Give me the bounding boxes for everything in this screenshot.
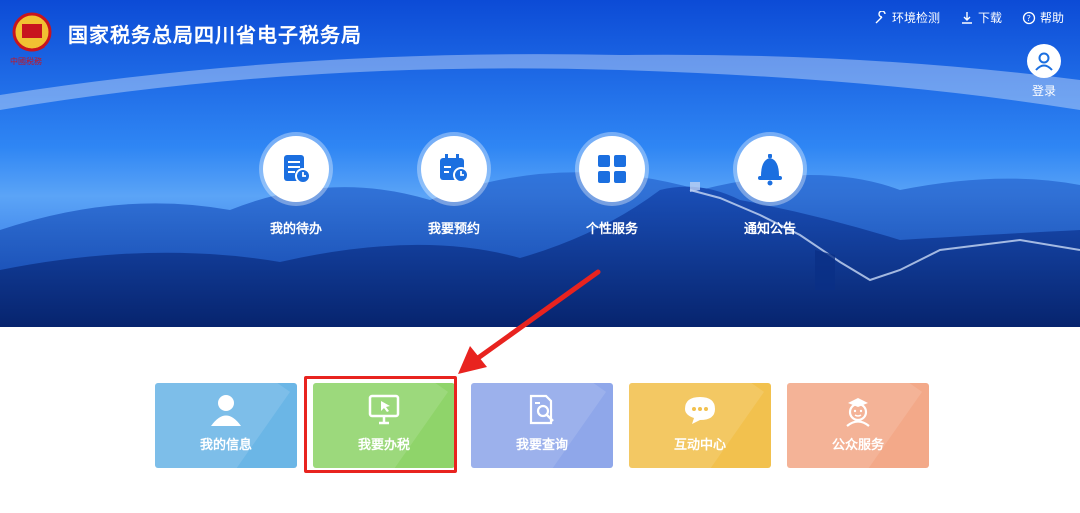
hero-banner: 中國税務 国家税务总局四川省电子税务局 环境检测 下载 ? 帮助 登录 我的待办… <box>0 0 1080 327</box>
wrench-icon <box>875 10 886 23</box>
todo-icon <box>284 155 311 184</box>
page: 中國税務 国家税务总局四川省电子税务局 环境检测 下载 ? 帮助 登录 我的待办… <box>0 0 1080 513</box>
chat-icon <box>685 397 715 424</box>
card-tax-handling[interactable]: 我要办税 <box>313 383 455 468</box>
card-query[interactable]: 我要查询 <box>471 383 613 468</box>
person-service-icon <box>846 398 870 427</box>
card-interaction[interactable]: 互动中心 <box>629 383 771 468</box>
card-public-service-label: 公众服务 <box>831 438 884 453</box>
card-my-info[interactable]: 我的信息 <box>155 383 297 468</box>
download-label: 下载 <box>977 11 1002 25</box>
site-title: 国家税务总局四川省电子税务局 <box>68 23 362 47</box>
quick-nav-appointment[interactable]: 我要预约 <box>404 132 504 237</box>
help-label: 帮助 <box>1039 11 1064 25</box>
quick-nav-notice-label: 通知公告 <box>743 222 796 237</box>
bell-icon <box>758 154 782 186</box>
logo-text: 中國税務 <box>10 56 42 66</box>
avatar <box>1027 44 1061 78</box>
download-link[interactable]: 下载 <box>960 9 1002 26</box>
monitor-icon <box>368 394 400 425</box>
card-interaction-label: 互动中心 <box>673 438 726 453</box>
grid-icon <box>598 155 626 183</box>
help-link[interactable]: ? 帮助 <box>1022 9 1064 26</box>
login-label: 登录 <box>1031 84 1056 98</box>
search-doc-icon <box>529 394 554 425</box>
quick-nav-notice[interactable]: 通知公告 <box>720 132 820 237</box>
card-my-info-label: 我的信息 <box>199 438 252 453</box>
card-tax-handling-label: 我要办税 <box>357 438 410 453</box>
user-icon <box>211 395 241 426</box>
svg-text:?: ? <box>1027 14 1031 23</box>
quick-nav-personal-service[interactable]: 个性服务 <box>562 132 662 237</box>
environment-check-link[interactable]: 环境检测 <box>874 9 940 26</box>
card-public-service[interactable]: 公众服务 <box>787 383 929 468</box>
quick-nav-appointment-label: 我要预约 <box>427 222 480 237</box>
download-icon <box>961 11 972 24</box>
card-query-label: 我要查询 <box>515 438 568 453</box>
calendar-icon <box>440 154 469 183</box>
quick-nav-todo-label: 我的待办 <box>269 222 322 237</box>
top-links: 环境检测 下载 ? 帮助 <box>874 9 1064 26</box>
help-icon: ? <box>1022 11 1036 24</box>
tax-bureau-logo: 中國税務 <box>8 10 60 66</box>
environment-check-label: 环境检测 <box>891 11 940 25</box>
quick-nav-personal-service-label: 个性服务 <box>585 222 638 237</box>
mountain-background <box>0 0 1080 327</box>
login-button[interactable]: 登录 <box>1025 44 1063 99</box>
user-avatar-icon <box>1035 52 1053 71</box>
quick-nav-todo[interactable]: 我的待办 <box>246 132 346 237</box>
